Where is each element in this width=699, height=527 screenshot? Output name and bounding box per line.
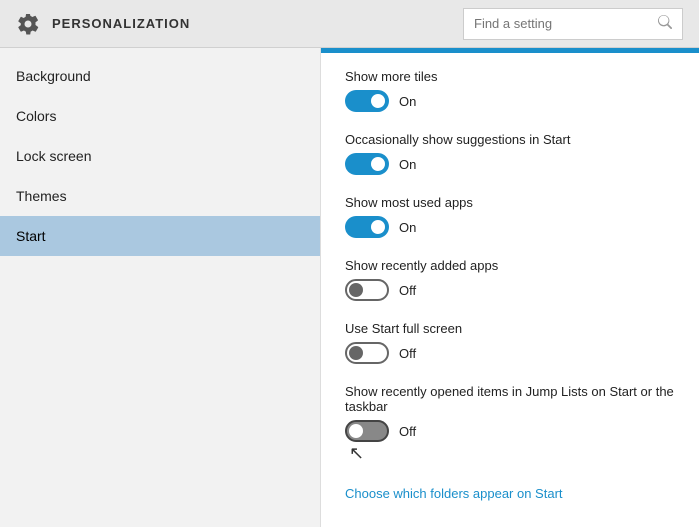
setting-label-5: Show recently opened items in Jump Lists… xyxy=(345,384,675,414)
gear-icon xyxy=(16,12,40,36)
toggle-show-suggestions[interactable] xyxy=(345,153,389,175)
toggle-thumb-3 xyxy=(349,283,363,297)
toggle-status-1: On xyxy=(399,157,416,172)
toggle-thumb-5 xyxy=(349,424,363,438)
toggle-thumb-2 xyxy=(371,220,385,234)
toggle-show-recently-added[interactable] xyxy=(345,279,389,301)
search-icon xyxy=(658,15,672,32)
search-box[interactable] xyxy=(463,8,683,40)
choose-folders-link[interactable]: Choose which folders appear on Start xyxy=(345,486,563,501)
cursor-indicator: ↖ xyxy=(349,444,675,462)
sidebar-item-colors[interactable]: Colors xyxy=(0,96,320,136)
top-accent-bar xyxy=(321,48,699,53)
setting-label-4: Use Start full screen xyxy=(345,321,675,336)
toggle-status-3: Off xyxy=(399,283,416,298)
content-panel: Show more tiles On Occasionally show sug… xyxy=(320,48,699,527)
toggle-show-more-tiles[interactable] xyxy=(345,90,389,112)
toggle-use-start-fullscreen[interactable] xyxy=(345,342,389,364)
toggle-thumb-1 xyxy=(371,157,385,171)
search-input[interactable] xyxy=(474,16,654,31)
header: PERSONALIZATION xyxy=(0,0,699,48)
setting-show-more-tiles: Show more tiles On xyxy=(345,69,675,112)
sidebar-item-lockscreen[interactable]: Lock screen xyxy=(0,136,320,176)
setting-show-suggestions: Occasionally show suggestions in Start O… xyxy=(345,132,675,175)
toggle-show-jump-lists[interactable] xyxy=(345,420,389,442)
sidebar-item-background[interactable]: Background xyxy=(0,56,320,96)
toggle-status-5: Off xyxy=(399,424,416,439)
sidebar-item-start[interactable]: Start xyxy=(0,216,320,256)
setting-label-2: Show most used apps xyxy=(345,195,675,210)
sidebar-item-themes[interactable]: Themes xyxy=(0,176,320,216)
setting-label-3: Show recently added apps xyxy=(345,258,675,273)
setting-show-recently-added: Show recently added apps Off xyxy=(345,258,675,301)
main-layout: Background Colors Lock screen Themes Sta… xyxy=(0,48,699,527)
toggle-status-2: On xyxy=(399,220,416,235)
setting-show-most-used: Show most used apps On xyxy=(345,195,675,238)
setting-use-start-fullscreen: Use Start full screen Off xyxy=(345,321,675,364)
setting-show-jump-lists: Show recently opened items in Jump Lists… xyxy=(345,384,675,462)
page-title: PERSONALIZATION xyxy=(52,16,463,31)
setting-label-1: Occasionally show suggestions in Start xyxy=(345,132,675,147)
setting-label-0: Show more tiles xyxy=(345,69,675,84)
toggle-status-4: Off xyxy=(399,346,416,361)
toggle-status-0: On xyxy=(399,94,416,109)
sidebar: Background Colors Lock screen Themes Sta… xyxy=(0,48,320,527)
toggle-thumb-4 xyxy=(349,346,363,360)
toggle-show-most-used[interactable] xyxy=(345,216,389,238)
toggle-thumb-0 xyxy=(371,94,385,108)
